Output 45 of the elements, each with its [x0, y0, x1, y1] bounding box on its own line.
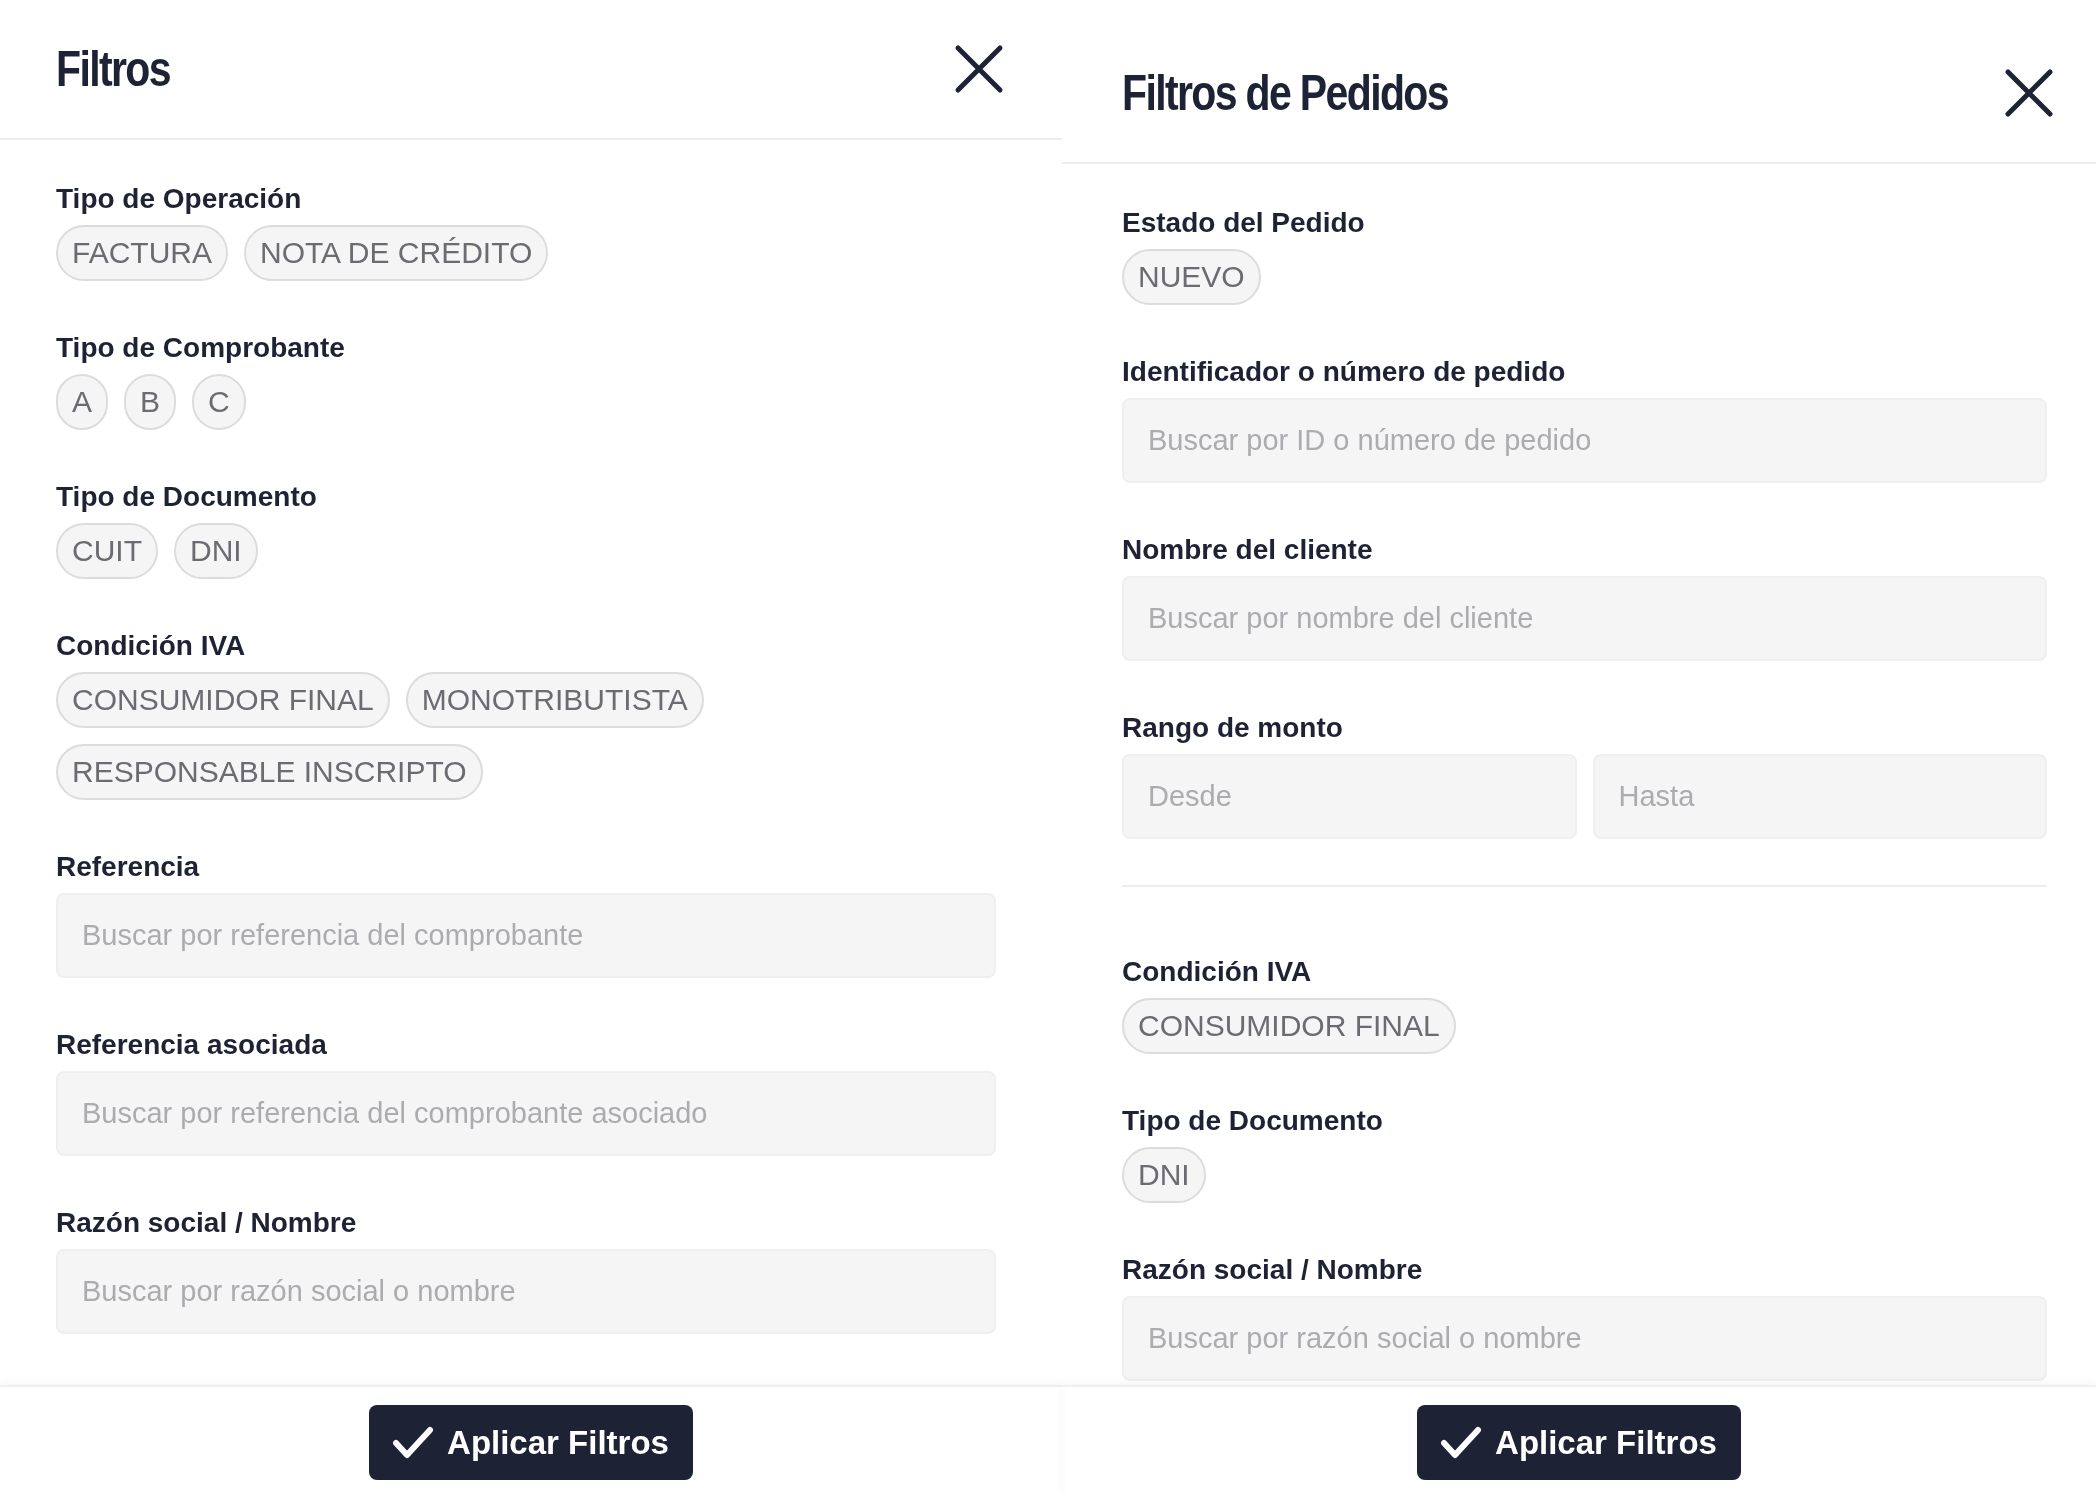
field-label: Razón social / Nombre — [1122, 1253, 1424, 1287]
filter-chip[interactable]: CONSUMIDOR FINAL — [56, 672, 390, 728]
field-label: Estado del Pedido — [1122, 206, 1366, 240]
search-field[interactable]: Buscar por razón social o nombre — [56, 1249, 996, 1334]
field-label: Tipo de Comprobante — [56, 331, 346, 365]
field-label: Condición IVA — [56, 629, 247, 663]
filter-chip[interactable]: B — [124, 374, 177, 430]
search-field[interactable]: Buscar por referencia del comprobante asociado — [56, 1071, 996, 1156]
panel-title: Filtros — [56, 40, 170, 99]
filter-chip[interactable]: NOTA DE CRÉDITO — [244, 225, 549, 281]
field-label: Referencia — [56, 850, 201, 884]
apply-button[interactable]: Aplicar Filtros — [1417, 1405, 1741, 1480]
close-button[interactable] — [2004, 68, 2054, 118]
filter-chip[interactable]: RESPONSABLE INSCRIPTO — [56, 744, 483, 800]
field-label: Condición IVA — [1122, 955, 1313, 989]
check-icon — [393, 1425, 434, 1460]
amount-field[interactable]: Desde — [1122, 754, 1577, 839]
field-label: Tipo de Documento — [1122, 1104, 1384, 1138]
filter-chip[interactable]: NUEVO — [1122, 249, 1261, 305]
field-label: Tipo de Operación — [56, 182, 303, 216]
filter-chip[interactable]: CONSUMIDOR FINAL — [1122, 998, 1456, 1054]
filter-chip[interactable]: FACTURA — [56, 225, 228, 281]
filter-chip[interactable]: C — [192, 374, 246, 430]
close-icon — [954, 44, 1004, 94]
filter-chip[interactable]: DNI — [1122, 1147, 1206, 1203]
field-label: Identificador o número de pedido — [1122, 355, 1567, 389]
search-field[interactable]: Buscar por nombre del cliente — [1122, 576, 2047, 661]
apply-button[interactable]: Aplicar Filtros — [369, 1405, 693, 1480]
field-label: Tipo de Documento — [56, 480, 318, 514]
filter-chip[interactable]: DNI — [174, 523, 258, 579]
amount-field[interactable]: Hasta — [1592, 754, 2047, 839]
close-button[interactable] — [954, 44, 1004, 94]
search-field[interactable]: Buscar por referencia del comprobante — [56, 893, 996, 978]
panel-title: Filtros de Pedidos — [1122, 64, 1448, 123]
field-label: Rango de monto — [1122, 711, 1344, 745]
field-label: Referencia asociada — [56, 1028, 328, 1062]
search-field[interactable]: Buscar por ID o número de pedido — [1122, 398, 2047, 483]
filter-chip[interactable]: A — [56, 374, 108, 430]
filter-chip[interactable]: CUIT — [56, 523, 158, 579]
field-label: Nombre del cliente — [1122, 533, 1374, 567]
search-field[interactable]: Buscar por razón social o nombre — [1122, 1296, 2047, 1381]
field-label: Razón social / Nombre — [56, 1206, 358, 1240]
check-icon — [1441, 1425, 1482, 1460]
close-icon — [2004, 68, 2054, 118]
filter-chip[interactable]: MONOTRIBUTISTA — [405, 672, 704, 728]
